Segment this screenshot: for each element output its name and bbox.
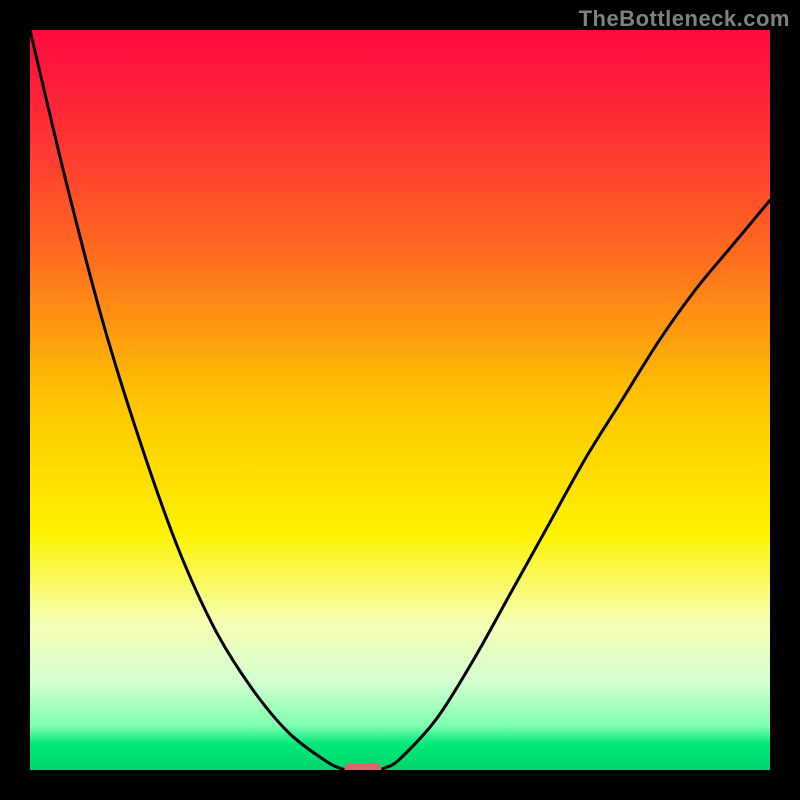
chart-svg [30,30,770,770]
watermark-text: TheBottleneck.com [579,6,790,32]
min-marker [345,763,382,770]
chart-frame: TheBottleneck.com [0,0,800,800]
chart-background [30,30,770,770]
